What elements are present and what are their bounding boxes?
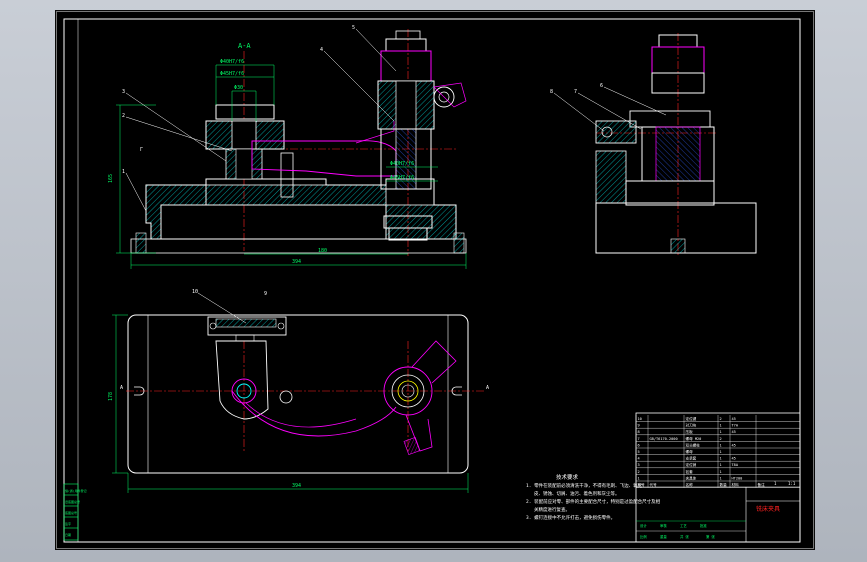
bom-cell: 定位销 xyxy=(686,462,697,467)
balloon-8: 8 xyxy=(550,89,553,95)
bom-header-cell: 代号 xyxy=(650,482,658,487)
bom-cell: 10 xyxy=(638,417,642,421)
tb-label-approve: 批准 xyxy=(700,523,707,528)
bom-cell: 1 xyxy=(720,463,722,467)
balloon-2: 2 xyxy=(122,113,125,119)
bom-cell: 1 xyxy=(720,470,722,474)
tb-label-total: 共 张 xyxy=(680,534,689,539)
strip-label-3: 底图总号 xyxy=(65,510,77,515)
balloon-6: 6 xyxy=(600,83,603,89)
bom-cell: 1 xyxy=(720,450,722,454)
fit-3: Φ30 xyxy=(234,85,243,91)
bom-cell: 双头螺柱 xyxy=(686,442,701,447)
bom-cell: 5 xyxy=(638,450,640,454)
bom-cell: 钻套 xyxy=(686,469,694,474)
bom-cell: 1 xyxy=(638,476,640,480)
plan-view: 394 178 10 9 A A xyxy=(108,289,489,493)
bom-header-cell: 名称 xyxy=(686,482,694,487)
tb-label-scale: 比例 xyxy=(640,534,647,539)
bom-cell: 对刀块 xyxy=(686,423,697,428)
note-line-2: 皮、锈蚀、切屑、油污、着色剂和灰尘等。 xyxy=(534,490,620,497)
bom-cell: 45 xyxy=(732,457,736,461)
dim-front-total: 394 xyxy=(292,259,301,265)
bom-cell: 夹具体 xyxy=(686,475,697,480)
bom-cell: 1 xyxy=(720,476,722,480)
bom-cell: 1 xyxy=(720,443,722,447)
bom-cell: 9 xyxy=(638,424,640,428)
bom-cell: 1 xyxy=(720,424,722,428)
side-view: 8 7 6 xyxy=(550,33,757,257)
drawing-title: 铣床夹具 xyxy=(756,505,780,513)
bom-cell: T7A xyxy=(732,424,739,428)
bom-cell: T8A xyxy=(732,463,739,467)
bom-cell: 2 xyxy=(638,470,640,474)
bom-header-cell: 备注 xyxy=(758,482,766,487)
balloon-9: 9 xyxy=(264,291,267,297)
bom-cell: HT200 xyxy=(732,476,743,480)
bom-cell: 支承套 xyxy=(686,456,697,461)
fit-5: Φ45H7/f6 xyxy=(390,175,414,181)
bom-header-cell: 序号 xyxy=(638,482,646,487)
tb-label-sheet: 第 张 xyxy=(706,534,715,539)
engineering-drawing: 借(通)用件登记 旧底图总号 底图总号 签字 日期 A-A Φ40H7/f6 Φ… xyxy=(63,18,801,543)
note-line-4: 关精度进行复查。 xyxy=(534,506,570,513)
notes-title: 技术要求 xyxy=(556,473,579,481)
bom-cell: 1 xyxy=(720,430,722,434)
bom-cell: 2 xyxy=(720,417,722,421)
fit-2: Φ45H7/f6 xyxy=(220,71,244,77)
strip-label-2: 旧底图总号 xyxy=(65,499,80,504)
balloon-10: 10 xyxy=(192,289,198,295)
tb-label-weight: 重量 xyxy=(660,534,667,539)
dim-front-height: 165 xyxy=(108,174,114,183)
dim-plan-total: 394 xyxy=(292,483,301,489)
strip-label-4: 签字 xyxy=(65,521,71,526)
fit-4: Φ40H7/f6 xyxy=(390,161,414,167)
balloon-4: 4 xyxy=(320,47,323,53)
bom-cell: 7 xyxy=(638,437,640,441)
strip-label-1: 借(通)用件登记 xyxy=(65,488,87,493)
sheet-value: 1 xyxy=(774,481,777,486)
bom-cell: GB/T6170-2000 xyxy=(650,437,678,441)
title-block: 10 定位键 2 459 对刀块 1 T7A8 压板 1 457 GB/T6170-2000 螺母 M… xyxy=(635,412,801,543)
bom-cell: 45 xyxy=(732,430,736,434)
view-mark-a-left: A xyxy=(120,385,123,391)
view-mark-gamma: Γ xyxy=(140,147,143,153)
dim-front-mid: 180 xyxy=(318,248,327,254)
bom-cell: 定位键 xyxy=(686,416,697,421)
fit-1: Φ40H7/f6 xyxy=(220,59,244,65)
bom-header-cell: 材料 xyxy=(732,482,740,487)
tb-label-process: 工艺 xyxy=(680,523,687,528)
bom-cell: 6 xyxy=(638,443,640,447)
bom-cell: 螺母 M20 xyxy=(686,436,702,441)
section-label: A-A xyxy=(238,42,251,50)
bom-cell: 8 xyxy=(638,430,640,434)
note-line-5: 3. 螺钉连接中不允许打击，避免损伤零件。 xyxy=(526,514,615,521)
bom-cell: 压板 xyxy=(686,429,694,434)
cad-drawing-viewport[interactable]: 借(通)用件登记 旧底图总号 底图总号 签字 日期 A-A Φ40H7/f6 Φ… xyxy=(55,10,815,550)
balloon-7: 7 xyxy=(574,89,577,95)
balloon-3: 3 xyxy=(122,89,125,95)
bom-cell: 45 xyxy=(732,443,736,447)
balloon-5: 5 xyxy=(352,25,355,31)
bom-cell: 4 xyxy=(638,457,640,461)
bom-cell: 3 xyxy=(638,463,640,467)
tb-label-review: 审核 xyxy=(660,523,667,528)
technical-notes: 技术要求 1. 零件在装配前必须清洗干净，不得有毛刺、飞边、氧化 皮、锈蚀、切屑… xyxy=(526,473,661,521)
dim-plan-height: 178 xyxy=(108,392,114,401)
front-section-view: A-A Φ40H7/f6 Φ45H7/f6 Φ30 Φ40H7/f6 Φ45H7… xyxy=(108,25,467,269)
bom-header-cell: 数量 xyxy=(720,482,728,487)
bom-cell: 45 xyxy=(732,417,736,421)
tb-label-design: 设计 xyxy=(640,523,647,528)
balloon-1: 1 xyxy=(122,169,125,175)
bom-cell: 2 xyxy=(720,437,722,441)
note-line-3: 2. 装配前应对零、部件的主要配合尺寸，特别是过盈配合尺寸及相 xyxy=(526,498,661,505)
view-mark-a-right: A xyxy=(486,385,489,391)
bom-cell: 1 xyxy=(720,457,722,461)
scale-value: 1:1 xyxy=(788,481,796,486)
binding-strip-labels: 借(通)用件登记 旧底图总号 底图总号 签字 日期 xyxy=(65,488,87,537)
strip-label-5: 日期 xyxy=(65,532,71,537)
bom-cell: 螺母 xyxy=(686,449,694,454)
note-line-1: 1. 零件在装配前必须清洗干净，不得有毛刺、飞边、氧化 xyxy=(526,482,643,489)
